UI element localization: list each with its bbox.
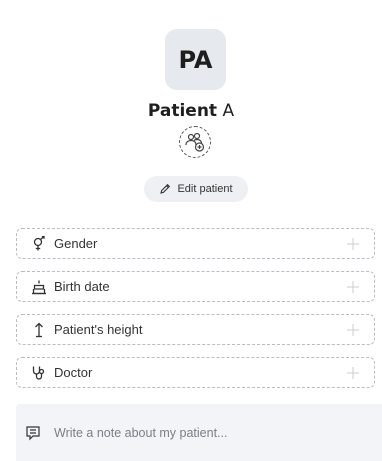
pencil-icon — [160, 183, 171, 194]
patient-name: Patient A — [0, 101, 382, 121]
field-patient-height-label: Patient's height — [54, 322, 143, 337]
add-height-plus-icon[interactable] — [346, 323, 360, 337]
add-birth-date-plus-icon[interactable] — [346, 280, 360, 294]
field-birth-date[interactable]: Birth date — [16, 271, 375, 302]
add-group-icon — [185, 132, 205, 152]
patient-avatar: PA — [165, 29, 226, 90]
add-to-group-button[interactable] — [179, 126, 211, 158]
avatar-initials: PA — [178, 45, 213, 74]
edit-patient-label: Edit patient — [177, 183, 233, 195]
patient-note-input[interactable] — [54, 425, 354, 440]
note-icon — [24, 424, 42, 442]
patient-note-area[interactable] — [16, 404, 382, 461]
field-doctor[interactable]: Doctor — [16, 357, 375, 388]
edit-patient-button[interactable]: Edit patient — [144, 176, 248, 202]
field-birth-date-label: Birth date — [54, 279, 110, 294]
height-arrow-icon — [30, 321, 48, 339]
patient-name-rest: A — [217, 101, 235, 121]
field-gender[interactable]: Gender — [16, 228, 375, 259]
add-gender-plus-icon[interactable] — [346, 237, 360, 251]
field-patient-height[interactable]: Patient's height — [16, 314, 375, 345]
cake-icon — [30, 278, 48, 296]
add-doctor-plus-icon[interactable] — [346, 366, 360, 380]
patient-name-bold: Patient — [147, 101, 218, 121]
stethoscope-icon — [30, 364, 48, 382]
gender-icon — [30, 235, 48, 253]
field-gender-label: Gender — [54, 236, 98, 251]
field-doctor-label: Doctor — [54, 365, 93, 380]
